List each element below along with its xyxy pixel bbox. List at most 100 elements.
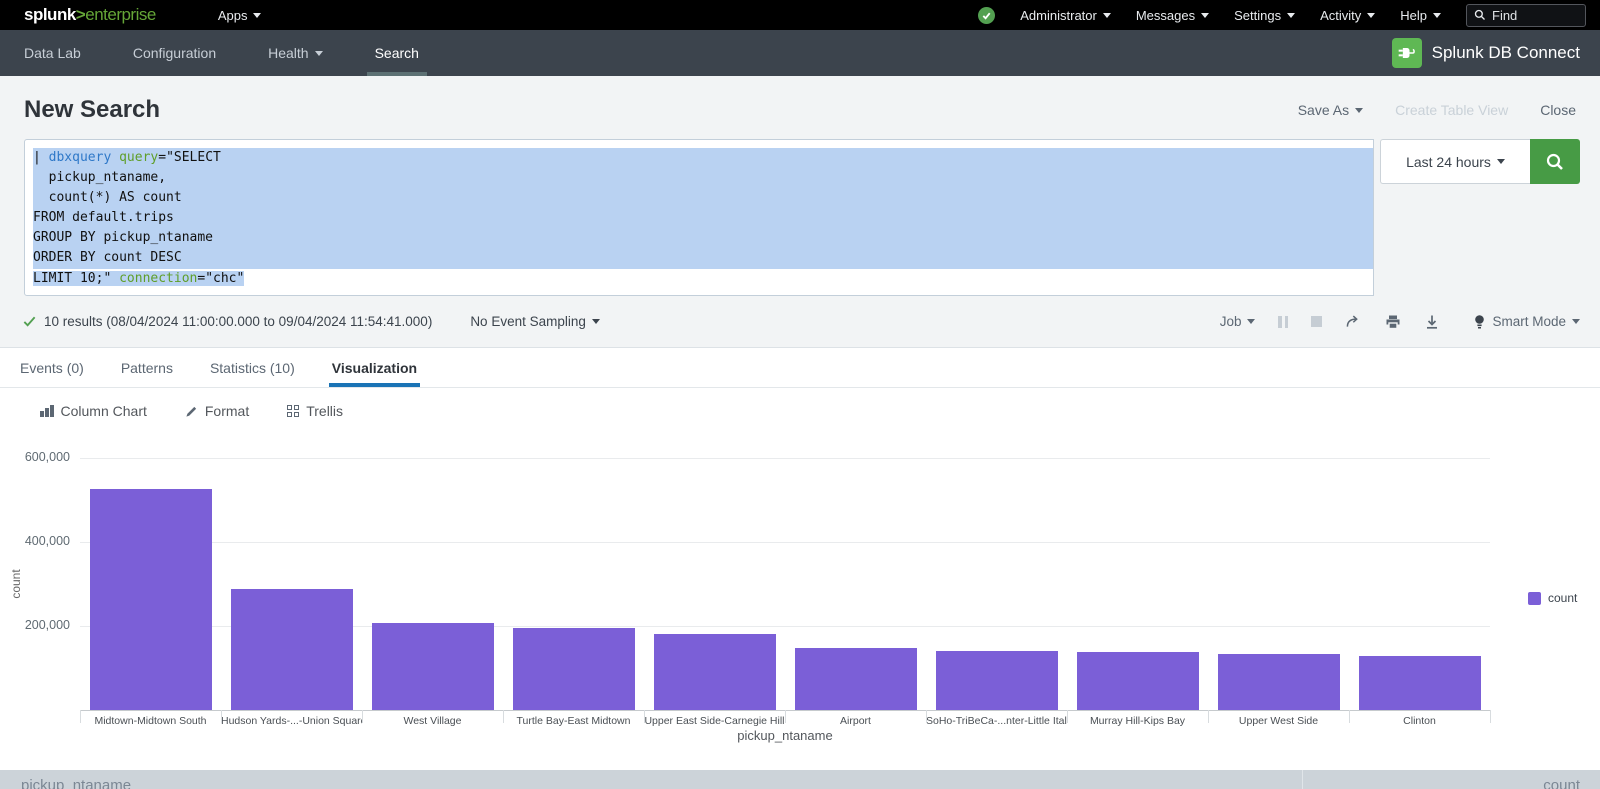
administrator-menu[interactable]: Administrator bbox=[1020, 8, 1111, 23]
chart-bar[interactable] bbox=[654, 634, 776, 710]
query-line: | dbxquery query="SELECT bbox=[33, 148, 1373, 168]
y-axis-tick-label: 600,000 bbox=[0, 450, 70, 464]
time-range-picker[interactable]: Last 24 hours bbox=[1380, 139, 1530, 184]
chart-bar[interactable] bbox=[1077, 652, 1199, 710]
nav-item-health[interactable]: Health bbox=[268, 30, 322, 76]
trellis-icon bbox=[287, 405, 299, 417]
x-axis-tick-label: SoHo-TriBeCa-...nter-Little Italy bbox=[926, 715, 1067, 727]
app-title: Splunk DB Connect bbox=[1432, 43, 1580, 63]
search-icon bbox=[1544, 151, 1566, 173]
chart-bar[interactable] bbox=[795, 648, 917, 710]
y-axis-tick-label: 200,000 bbox=[0, 618, 70, 632]
page-title: New Search bbox=[24, 96, 160, 124]
column-chart-icon bbox=[40, 405, 54, 417]
search-mode-menu[interactable]: Smart Mode bbox=[1473, 314, 1580, 330]
column-header-count[interactable]: count bbox=[1303, 770, 1600, 789]
tab-patterns[interactable]: Patterns bbox=[121, 348, 173, 387]
query-token: connection bbox=[119, 271, 197, 286]
chevron-down-icon bbox=[1287, 13, 1295, 18]
activity-menu[interactable]: Activity bbox=[1320, 8, 1375, 23]
nav-item-data-lab[interactable]: Data Lab bbox=[24, 30, 81, 76]
chart-bar[interactable] bbox=[90, 489, 212, 710]
viz-toolbar: Column Chart Format Trellis bbox=[0, 388, 1600, 419]
y-axis-title: count bbox=[9, 569, 23, 598]
print-button[interactable] bbox=[1385, 314, 1401, 330]
chart-bar[interactable] bbox=[231, 589, 353, 710]
x-axis-tick bbox=[503, 710, 504, 723]
tab-statistics[interactable]: Statistics (10) bbox=[210, 348, 295, 387]
save-as-button[interactable]: Save As bbox=[1298, 102, 1363, 118]
share-job-button[interactable] bbox=[1345, 314, 1362, 329]
chart-bar[interactable] bbox=[936, 651, 1058, 710]
plug-icon bbox=[1397, 43, 1417, 63]
x-axis-tick bbox=[785, 710, 786, 723]
download-icon bbox=[1424, 314, 1440, 330]
gridline bbox=[80, 458, 1490, 459]
apps-menu[interactable]: Apps bbox=[218, 8, 262, 23]
nav-item-configuration[interactable]: Configuration bbox=[133, 30, 216, 76]
lightbulb-icon bbox=[1473, 314, 1486, 330]
x-axis-tick bbox=[644, 710, 645, 723]
close-button[interactable]: Close bbox=[1540, 102, 1576, 118]
column-header-pickup-ntaname[interactable]: pickup_ntaname bbox=[0, 770, 1303, 789]
chevron-down-icon bbox=[592, 319, 600, 324]
chevron-down-icon bbox=[1201, 13, 1209, 18]
results-tabs: Events (0) Patterns Statistics (10) Visu… bbox=[0, 348, 1600, 388]
chart-bar[interactable] bbox=[513, 628, 635, 710]
pause-icon bbox=[1278, 316, 1288, 328]
x-axis-tick bbox=[1490, 710, 1491, 723]
logo-product: enterprise bbox=[85, 5, 156, 24]
query-token: ="chc" bbox=[197, 271, 244, 286]
tab-events[interactable]: Events (0) bbox=[20, 348, 84, 387]
chart-type-picker[interactable]: Column Chart bbox=[40, 403, 147, 419]
statistics-table-header: pickup_ntaname count bbox=[0, 770, 1600, 789]
search-icon bbox=[1474, 9, 1486, 21]
query-token: LIMIT 10;" bbox=[33, 271, 119, 286]
query-token: query bbox=[119, 150, 158, 165]
query-selection: LIMIT 10;" connection="chc" bbox=[33, 271, 244, 286]
chart-bar[interactable] bbox=[372, 623, 494, 710]
query-line: GROUP BY pickup_ntaname bbox=[33, 228, 1373, 248]
health-status-icon[interactable] bbox=[978, 7, 995, 24]
chart-bar[interactable] bbox=[1359, 656, 1481, 710]
chevron-down-icon bbox=[1497, 159, 1505, 164]
x-axis-tick bbox=[926, 710, 927, 723]
print-icon bbox=[1385, 314, 1401, 330]
x-axis-tick bbox=[80, 710, 81, 723]
search-query-input[interactable]: | dbxquery query="SELECT pickup_ntaname,… bbox=[24, 139, 1374, 296]
settings-menu[interactable]: Settings bbox=[1234, 8, 1295, 23]
find-searchbox[interactable] bbox=[1466, 4, 1586, 27]
stop-job-button bbox=[1311, 316, 1322, 327]
format-button[interactable]: Format bbox=[185, 403, 249, 419]
chevron-down-icon bbox=[1433, 13, 1441, 18]
check-icon bbox=[981, 10, 992, 21]
pause-job-button bbox=[1278, 316, 1288, 328]
x-axis-tick bbox=[1349, 710, 1350, 723]
nav-item-search[interactable]: Search bbox=[375, 30, 419, 76]
export-button[interactable] bbox=[1424, 314, 1440, 330]
help-menu[interactable]: Help bbox=[1400, 8, 1441, 23]
gridline bbox=[80, 542, 1490, 543]
results-summary: 10 results (08/04/2024 11:00:00.000 to 0… bbox=[44, 314, 432, 329]
query-line: ORDER BY count DESC bbox=[33, 248, 1373, 268]
x-axis-tick-label: West Village bbox=[362, 715, 503, 727]
query-token: dbxquery bbox=[49, 150, 112, 165]
event-sampling-menu[interactable]: No Event Sampling bbox=[470, 314, 600, 329]
query-line: pickup_ntaname, bbox=[33, 168, 1373, 188]
search-button[interactable] bbox=[1530, 139, 1580, 184]
chevron-down-icon bbox=[1103, 13, 1111, 18]
tab-visualization[interactable]: Visualization bbox=[332, 348, 417, 387]
find-input[interactable] bbox=[1492, 8, 1572, 23]
trellis-button[interactable]: Trellis bbox=[287, 403, 343, 419]
chart-bar[interactable] bbox=[1218, 654, 1340, 710]
job-menu[interactable]: Job bbox=[1220, 314, 1256, 329]
splunk-logo[interactable]: splunk>enterprise bbox=[24, 5, 156, 25]
x-axis-tick-label: Clinton bbox=[1349, 715, 1490, 727]
app-nav-bar: Data Lab Configuration Health Search Spl… bbox=[0, 30, 1600, 76]
chevron-down-icon bbox=[1572, 319, 1580, 324]
query-token bbox=[111, 150, 119, 165]
chart-legend[interactable]: count bbox=[1528, 591, 1577, 605]
db-connect-app-icon[interactable] bbox=[1392, 38, 1422, 68]
top-bar: splunk>enterprise Apps Administrator Mes… bbox=[0, 0, 1600, 30]
messages-menu[interactable]: Messages bbox=[1136, 8, 1209, 23]
